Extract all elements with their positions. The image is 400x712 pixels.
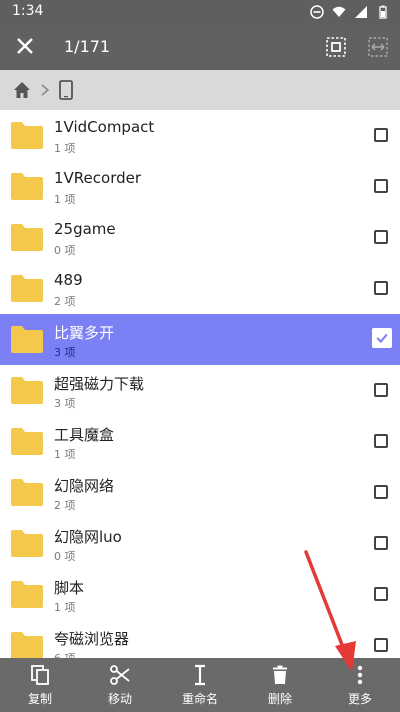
text-cursor-icon [195, 664, 205, 686]
item-count: 2 项 [54, 295, 76, 308]
folder-icon [11, 173, 43, 200]
status-bar: 1:34 [0, 0, 400, 24]
list-item[interactable]: 25game 0 项 [0, 212, 400, 263]
item-count: 3 项 [54, 346, 76, 359]
file-name: 夸磁浏览器 [54, 630, 130, 648]
folder-icon [11, 428, 43, 455]
item-count: 2 项 [54, 499, 76, 512]
checkbox[interactable] [374, 434, 388, 448]
list-item[interactable]: 工具魔盒 1 项 [0, 416, 400, 467]
checkbox[interactable] [374, 638, 388, 652]
folder-icon [11, 479, 43, 506]
checkbox[interactable] [374, 383, 388, 397]
more-label: 更多 [347, 692, 372, 706]
status-time: 1:34 [12, 3, 44, 19]
delete-label: 删除 [267, 692, 292, 706]
trash-icon [273, 665, 287, 684]
checkbox[interactable] [374, 179, 388, 193]
file-name: 脚本 [54, 579, 85, 597]
checkbox[interactable] [374, 230, 388, 244]
list-item[interactable]: 比翼多开 3 项 [0, 314, 400, 365]
move-button[interactable]: 移动 [80, 658, 160, 712]
item-count: 0 项 [54, 244, 76, 257]
delete-button[interactable]: 删除 [240, 658, 320, 712]
move-label: 移动 [107, 692, 132, 706]
checkbox[interactable] [374, 128, 388, 142]
selection-count: 1/171 [64, 37, 111, 56]
list-item[interactable]: 幻隐网luo 0 项 [0, 518, 400, 569]
chevron-right-icon [41, 84, 50, 96]
folder-icon [11, 377, 43, 404]
file-name: 489 [54, 271, 83, 289]
file-list: 1VidCompact 1 项 1VRecorder 1 项 25game 0 项 489 2… [0, 110, 400, 658]
folder-icon [11, 224, 43, 251]
breadcrumb [0, 70, 400, 110]
battery-icon [379, 5, 387, 19]
home-icon[interactable] [12, 80, 32, 100]
list-item[interactable]: 脚本 1 项 [0, 569, 400, 620]
item-count: 3 项 [54, 397, 76, 410]
copy-button[interactable]: 复制 [0, 658, 80, 712]
file-name: 1VRecorder [54, 169, 142, 187]
checkbox[interactable] [374, 281, 388, 295]
checkbox[interactable] [374, 536, 388, 550]
item-count: 1 项 [54, 193, 76, 206]
folder-icon [11, 275, 43, 302]
signal-icon [355, 6, 367, 18]
status-icons [310, 5, 390, 19]
wifi-icon [332, 6, 346, 17]
list-item[interactable]: 幻隐网络 2 项 [0, 467, 400, 518]
select-all-icon[interactable] [324, 35, 348, 59]
more-vert-icon [357, 665, 363, 685]
rename-button[interactable]: 重命名 [160, 658, 240, 712]
do-not-disturb-icon [310, 5, 324, 19]
item-count: 1 项 [54, 448, 76, 461]
item-count: 1 项 [54, 142, 76, 155]
list-item[interactable]: 1VidCompact 1 项 [0, 110, 400, 161]
list-item[interactable]: 夸磁浏览器 6 项 [0, 620, 400, 658]
folder-icon [11, 581, 43, 608]
file-name: 超强磁力下载 [54, 375, 145, 393]
copy-label: 复制 [27, 692, 52, 706]
selection-toolbar: 1/171 [0, 24, 400, 70]
checkbox-checked-icon[interactable] [372, 328, 392, 348]
phone-storage-icon[interactable] [58, 80, 74, 100]
list-item[interactable]: 489 2 项 [0, 263, 400, 314]
select-range-icon[interactable] [366, 35, 390, 59]
item-count: 6 项 [54, 650, 76, 658]
item-count: 1 项 [54, 601, 76, 614]
list-item[interactable]: 超强磁力下载 3 项 [0, 365, 400, 416]
file-name: 幻隐网络 [54, 477, 115, 495]
scissors-icon [110, 665, 130, 685]
more-button[interactable]: 更多 [320, 658, 400, 712]
checkbox[interactable] [374, 587, 388, 601]
file-name: 25game [54, 220, 116, 238]
checkbox[interactable] [374, 485, 388, 499]
action-bar: 复制 移动 重命名 删除 更多 [0, 658, 400, 712]
file-name: 比翼多开 [54, 324, 115, 342]
folder-icon [11, 122, 43, 149]
rename-label: 重命名 [181, 692, 218, 706]
file-name: 幻隐网luo [54, 528, 122, 546]
file-name: 1VidCompact [54, 118, 155, 136]
item-count: 0 项 [54, 550, 76, 563]
folder-icon [11, 632, 43, 658]
close-icon[interactable] [14, 35, 36, 57]
folder-icon [11, 530, 43, 557]
file-name: 工具魔盒 [54, 426, 115, 444]
copy-icon [31, 665, 49, 685]
folder-icon [11, 326, 43, 353]
list-item[interactable]: 1VRecorder 1 项 [0, 161, 400, 212]
